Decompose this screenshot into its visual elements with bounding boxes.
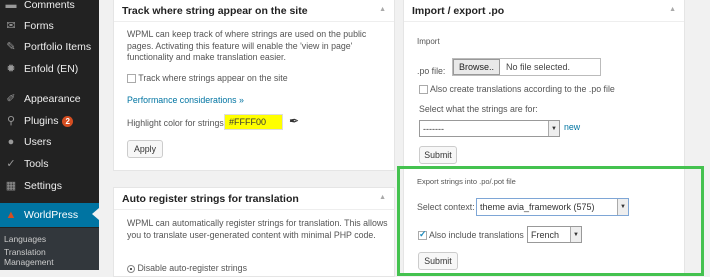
collapse-arrow-icon[interactable]: ▲	[669, 6, 676, 13]
sidebar-item-wpml[interactable]: ▲ WorldPress	[0, 203, 99, 227]
apply-button[interactable]: Apply	[127, 140, 163, 158]
sidebar-item-comments[interactable]: ▬ Comments	[0, 0, 99, 16]
track-checkbox[interactable]	[127, 74, 136, 84]
wpml-submenu: Languages Translation Management	[0, 228, 99, 270]
sidebar-item-users[interactable]: ● Users	[0, 131, 99, 153]
performance-link[interactable]: Performance considerations »	[127, 95, 244, 107]
submenu-item-languages[interactable]: Languages	[0, 234, 99, 244]
sidebar-item-plugins[interactable]: ⚲ Plugins 2	[0, 110, 99, 132]
wrench-icon: ✓	[6, 157, 16, 170]
new-link[interactable]: new	[564, 122, 580, 134]
brush-icon: ✐	[6, 92, 16, 105]
context-select[interactable]: theme avia_framework (575) ▼	[476, 198, 629, 216]
sidebar-item-tools[interactable]: ✓ Tools	[0, 153, 99, 175]
submenu-item-management[interactable]: Management	[0, 257, 99, 267]
admin-sidebar: ▬ Comments ✉ Forms ✎ Portfolio Items ✹ Enfol…	[0, 0, 99, 270]
submenu-item-translation[interactable]: Translation	[0, 247, 99, 257]
auto-box-header[interactable]: Auto register strings for translation ▲	[114, 188, 394, 210]
no-file-text: No file selected.	[506, 62, 571, 72]
auto-box-title: Auto register strings for translation	[122, 192, 299, 205]
export-submit-button[interactable]: Submit	[418, 252, 458, 270]
plugins-update-badge: 2	[62, 115, 73, 127]
user-icon: ●	[7, 135, 15, 148]
color-picker-icon[interactable]: ✒	[289, 114, 299, 128]
create-translations-checkbox[interactable]	[419, 85, 428, 95]
collapse-arrow-icon[interactable]: ▲	[379, 194, 386, 201]
po-file-input[interactable]: Browse.. No file selected.	[452, 58, 601, 76]
auto-description: WPML can automatically register strings …	[127, 218, 388, 240]
comment-icon: ▬	[5, 0, 17, 11]
track-checkbox-row[interactable]: Track where strings appear on the site	[127, 73, 288, 85]
track-box-header[interactable]: Track where string appear on the site ▲	[114, 0, 394, 22]
language-select[interactable]: French ▼	[527, 226, 582, 243]
settings-icon: ▦	[5, 179, 17, 192]
strings-for-label: Select what the strings are for:	[419, 104, 538, 114]
track-strings-box: Track where string appear on the site ▲ W…	[113, 0, 395, 171]
include-translations-checkbox[interactable]	[418, 229, 427, 241]
include-translations-row[interactable]: Also include translations	[418, 229, 524, 242]
import-heading: Import	[417, 37, 440, 46]
sidebar-item-portfolio[interactable]: ✎ Portfolio Items	[0, 36, 99, 58]
track-description: WPML can keep track of where strings are…	[127, 29, 367, 62]
plug-icon: ⚲	[6, 114, 16, 127]
forms-icon: ✉	[6, 19, 16, 32]
import-submit-button[interactable]: Submit	[419, 146, 457, 164]
strings-for-select[interactable]: ------- ▼	[419, 120, 560, 137]
portfolio-icon: ✎	[6, 40, 16, 53]
import-box-header[interactable]: Import / export .po ▲	[404, 0, 684, 22]
disable-auto-register-radio[interactable]	[127, 264, 135, 273]
create-translations-row[interactable]: Also create translations according to th…	[419, 84, 615, 96]
po-file-label: .po file:	[417, 66, 446, 76]
disable-auto-register-row[interactable]: Disable auto-register strings	[127, 263, 247, 275]
highlight-color-label: Highlight color for strings	[127, 118, 224, 128]
sidebar-item-appearance[interactable]: ✐ Appearance	[0, 88, 99, 110]
sidebar-item-enfold[interactable]: ✹ Enfold (EN)	[0, 58, 99, 80]
collapse-arrow-icon[interactable]: ▲	[379, 6, 386, 13]
wpml-icon: ▲	[5, 208, 17, 221]
track-box-title: Track where string appear on the site	[122, 4, 308, 17]
highlight-color-input[interactable]: #FFFF00	[224, 114, 283, 130]
import-box-title: Import / export .po	[412, 4, 505, 17]
browse-button[interactable]: Browse..	[453, 59, 501, 75]
export-heading: Export strings into .po/.pot file	[417, 177, 516, 186]
chevron-down-icon: ▼	[570, 227, 581, 242]
sidebar-item-settings[interactable]: ▦ Settings	[0, 175, 99, 197]
context-label: Select context:	[417, 202, 475, 212]
auto-register-box: Auto register strings for translation ▲ W…	[113, 187, 395, 277]
chevron-down-icon: ▼	[548, 121, 559, 136]
chevron-down-icon: ▼	[617, 199, 628, 215]
sidebar-item-forms[interactable]: ✉ Forms	[0, 15, 99, 37]
gear-icon: ✹	[6, 62, 16, 75]
